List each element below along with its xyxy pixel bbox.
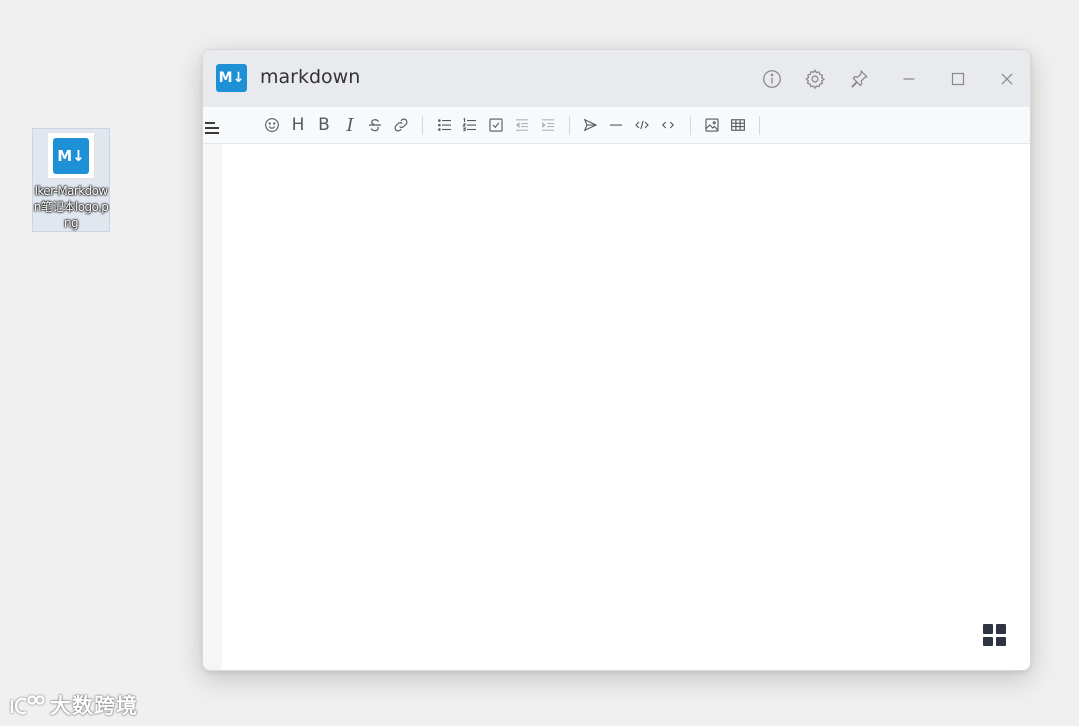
checkbox-icon — [489, 118, 503, 132]
app-logo-icon: M↓ — [216, 64, 247, 92]
outline-toggle-button[interactable] — [203, 120, 221, 136]
watermark-logo-icon — [10, 695, 45, 715]
watermark-text: 大数跨境 — [50, 694, 138, 718]
bold-button[interactable]: B — [313, 114, 335, 136]
link-button[interactable] — [390, 114, 412, 136]
image-icon — [705, 118, 719, 132]
check-list-button[interactable] — [485, 114, 507, 136]
bullet-list-icon — [438, 119, 451, 131]
desktop: M↓ Iker-Markdown笔记本logo.png M↓ markdown — [0, 0, 1079, 726]
editor-toolbar: H B I — [203, 107, 1030, 144]
indent-icon — [542, 119, 554, 131]
bullet-list-button[interactable] — [434, 114, 456, 136]
table-icon — [731, 119, 745, 131]
ordered-list-button[interactable] — [459, 114, 481, 136]
toolbar-divider — [759, 116, 760, 135]
link-icon — [394, 118, 408, 132]
toolbar-divider — [569, 116, 570, 135]
desktop-file-icon[interactable]: M↓ Iker-Markdown笔记本logo.png — [32, 128, 110, 232]
emoji-icon — [265, 118, 279, 132]
upload-image-button[interactable] — [701, 114, 723, 136]
inline-code-button[interactable] — [657, 114, 679, 136]
pin-button[interactable] — [844, 64, 874, 94]
italic-button[interactable]: I — [339, 114, 361, 136]
ordered-list-icon — [462, 117, 476, 132]
horizontal-line-icon — [610, 124, 622, 126]
gear-icon — [805, 69, 826, 90]
window-title: markdown — [260, 66, 361, 88]
horizontal-line-button[interactable] — [605, 114, 627, 136]
outdent-icon — [515, 119, 528, 131]
indent-button[interactable] — [537, 114, 559, 136]
quote-button[interactable] — [579, 114, 601, 136]
inline-code-icon — [661, 121, 675, 129]
editor-area[interactable] — [222, 144, 1030, 670]
desktop-file-label: Iker-Markdown笔记本logo.png — [33, 184, 109, 230]
markdown-logo-icon: M↓ — [53, 137, 89, 174]
minimize-button[interactable] — [894, 64, 924, 94]
info-button[interactable] — [757, 64, 787, 94]
info-icon — [763, 70, 781, 88]
toolbar-divider — [690, 116, 691, 135]
outline-gutter — [203, 144, 222, 670]
settings-button[interactable] — [800, 64, 830, 94]
outline-menu-icon — [205, 122, 219, 134]
maximize-icon — [951, 72, 965, 86]
heading-button[interactable]: H — [287, 114, 309, 136]
emoji-button[interactable] — [261, 114, 283, 136]
app-window: M↓ markdown H B I — [202, 49, 1031, 671]
heading-icon: H — [291, 115, 305, 135]
apps-grid-button[interactable] — [983, 624, 1006, 646]
code-icon — [635, 120, 649, 130]
grid-icon — [983, 624, 993, 634]
italic-icon: I — [346, 114, 354, 136]
strikethrough-icon — [369, 119, 381, 132]
watermark: 大数跨境 — [8, 690, 138, 720]
minimize-icon — [903, 78, 915, 80]
close-button[interactable] — [992, 64, 1022, 94]
table-button[interactable] — [727, 114, 749, 136]
title-bar[interactable]: M↓ markdown — [203, 50, 1030, 107]
file-thumbnail: M↓ — [47, 132, 95, 179]
send-quote-icon — [583, 118, 598, 132]
close-icon — [1001, 73, 1013, 85]
code-block-button[interactable] — [631, 114, 653, 136]
maximize-button[interactable] — [943, 64, 973, 94]
pin-icon — [851, 69, 868, 88]
outdent-button[interactable] — [511, 114, 533, 136]
toolbar-divider — [422, 116, 423, 135]
strike-button[interactable] — [364, 114, 386, 136]
bold-icon: B — [318, 115, 330, 135]
